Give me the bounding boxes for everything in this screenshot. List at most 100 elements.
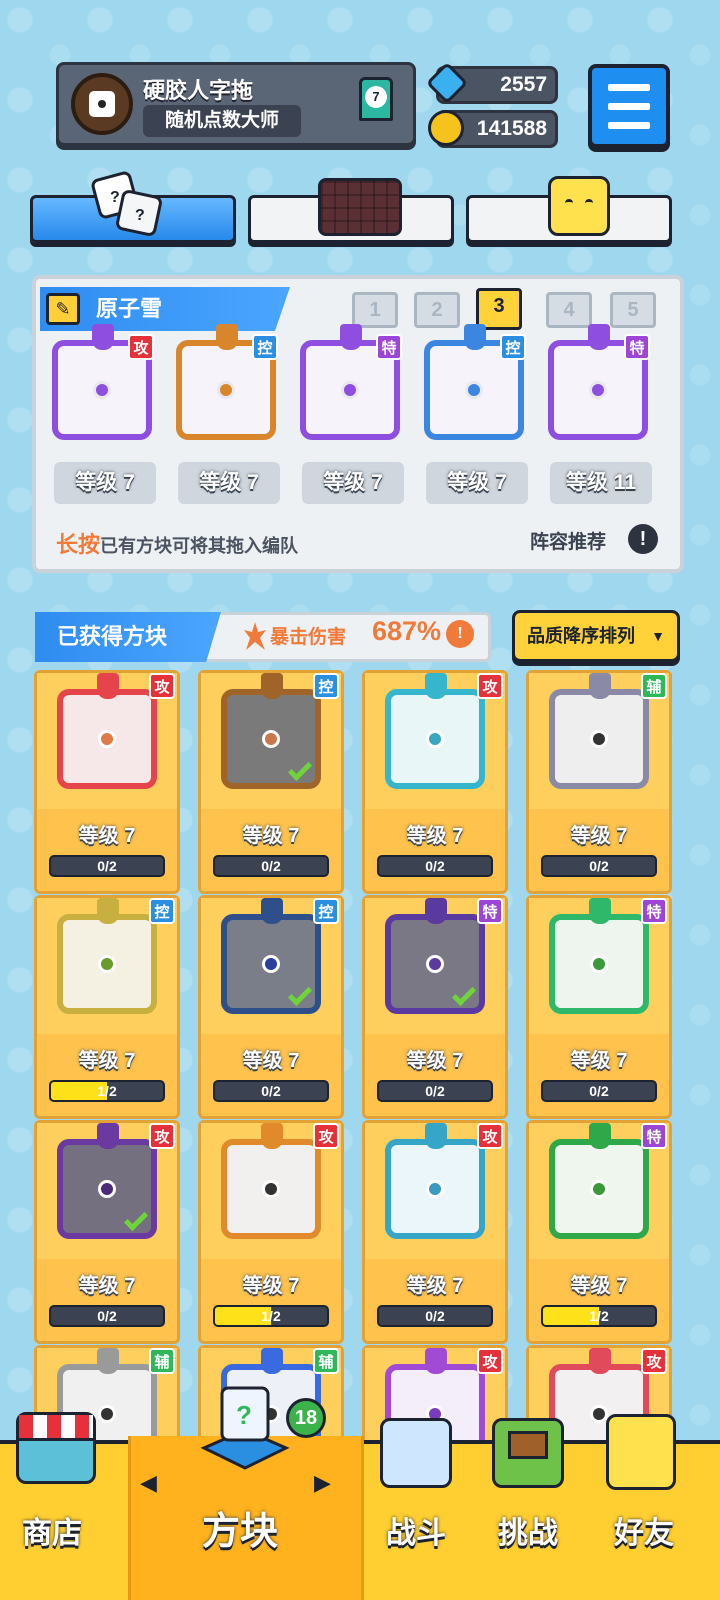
block-dot-icon [98,1180,116,1198]
type-tag: 辅 [149,1348,175,1374]
card-level: 等级 7 [406,1275,464,1297]
nav-battle-label[interactable]: 战斗 [386,1508,446,1552]
avatar[interactable] [71,73,133,135]
type-tag: 攻 [313,1123,339,1149]
upgrade-progress: 0/2 [213,1080,329,1102]
block-tile [385,1123,485,1239]
type-tag: 攻 [477,1348,503,1374]
nav-challenge[interactable] [492,1418,574,1500]
deck-tile[interactable]: 特 [300,324,404,444]
nav-blocks[interactable]: ? [196,1380,294,1476]
progress-text: 0/2 [425,858,445,874]
nav-challenge-label[interactable]: 挑战 [498,1508,558,1552]
player-name: 硬胶人字拖 [143,78,254,103]
progress-text: 0/2 [425,1308,445,1324]
nav-shop-label[interactable]: 商店 [22,1508,82,1552]
dragon-horn-icon [340,324,362,350]
nav-friends[interactable] [606,1414,688,1498]
hint-highlight: 长按 [56,532,101,557]
owned-block-card[interactable]: 特等级 7 0/2 [526,895,672,1119]
progress-text: 0/2 [97,1308,117,1324]
owned-block-card[interactable]: 攻等级 7 0/2 [362,670,508,894]
sort-dropdown[interactable]: 品质降序排列 ▼ [512,610,680,662]
dragon-horn-icon [425,673,447,699]
card-level: 等级 7 [570,1275,628,1297]
deck-slot-2[interactable]: 2 [414,292,460,328]
block-tile [549,673,649,789]
block-tile [57,1123,157,1239]
crit-value: 687% [372,616,442,646]
hint-text: 已有方块可将其拖入编队 [100,536,299,556]
deck-tile[interactable]: 控 [176,324,280,444]
progress-text: 0/2 [425,1083,445,1099]
profile-card[interactable]: 硬胶人字拖 随机点数大师 7 [56,62,416,146]
owned-block-card[interactable]: 攻等级 7 0/2 [34,670,180,894]
crit-info-icon[interactable]: ! [446,620,474,648]
nav-friends-label[interactable]: 好友 [614,1508,674,1552]
player-title: 随机点数大师 [143,105,301,137]
recommend-lineup-button[interactable]: 阵容推荐 [530,527,606,554]
sort-label: 品质降序排列 [527,626,635,646]
owned-block-card[interactable]: 攻等级 7 0/2 [362,1120,508,1344]
block-dot-icon [262,1180,280,1198]
progress-text: 0/2 [589,1083,609,1099]
dragon-horn-icon [425,1123,447,1149]
block-dot-icon [590,1180,608,1198]
type-tag: 控 [313,673,339,699]
upgrade-progress: 0/2 [377,855,493,877]
owned-block-card[interactable]: 攻等级 7 0/2 [34,1120,180,1344]
hamburger-line [608,103,650,110]
type-tag: 控 [149,898,175,924]
dragon-horn-icon [589,673,611,699]
progress-text: 0/2 [261,858,281,874]
deck-tile[interactable]: 攻 [52,324,156,444]
block-dot-icon [262,730,280,748]
chevron-down-icon: ▼ [651,628,665,644]
block-dot-icon [590,955,608,973]
upgrade-progress: 0/2 [213,855,329,877]
upgrade-progress: 1/2 [541,1305,657,1327]
deck-slot-1[interactable]: 1 [352,292,398,328]
type-tag: 特 [641,1123,667,1149]
owned-block-card[interactable]: 特等级 7 1/2 [526,1120,672,1344]
coin-icon [428,110,464,146]
block-tile [57,673,157,789]
chocolate-board-icon [318,178,402,236]
upgrade-progress: 0/2 [541,855,657,877]
block-tile [221,898,321,1014]
pencil-icon[interactable]: ✎ [46,293,80,325]
nav-shop[interactable] [16,1412,108,1496]
owned-block-card[interactable]: 攻等级 7 1/2 [198,1120,344,1344]
card-level: 等级 7 [242,1275,300,1297]
progress-text: 1/2 [97,1083,117,1099]
block-dot-icon [217,381,235,399]
owned-block-card[interactable]: 控等级 7 1/2 [34,895,180,1119]
dragon-horn-icon [97,898,119,924]
progress-text: 0/2 [261,1083,281,1099]
coin-count: 141588 [476,117,547,140]
owned-block-card[interactable]: 控等级 7 0/2 [198,670,344,894]
nav-battle[interactable] [380,1418,462,1500]
owned-block-card[interactable]: 控等级 7 0/2 [198,895,344,1119]
type-tag: 特 [624,334,650,360]
nav-left-arrow[interactable]: ◀ [140,1470,157,1496]
owned-label: 已获得方块 [35,612,221,662]
deck-tile[interactable]: 特 [548,324,652,444]
menu-button[interactable] [588,64,670,148]
owned-block-card[interactable]: 特等级 7 0/2 [362,895,508,1119]
info-icon[interactable]: ! [628,524,658,554]
card-level: 等级 7 [406,825,464,847]
nav-blocks-label[interactable]: 方块 [202,1500,278,1555]
rank-badge[interactable]: 7 [359,77,393,121]
deck-tile[interactable]: 控 [424,324,528,444]
deck-slot-5[interactable]: 5 [610,292,656,328]
block-dot-icon [589,381,607,399]
card-level: 等级 7 [242,1050,300,1072]
nav-right-arrow[interactable]: ▶ [314,1470,331,1496]
owned-block-card[interactable]: 辅等级 7 0/2 [526,670,672,894]
shop-icon [16,1412,96,1484]
deck-tile-level: 等级 7 [302,462,404,504]
block-dot-icon [426,1180,444,1198]
deck-slot-4[interactable]: 4 [546,292,592,328]
deck-tile-level: 等级 7 [426,462,528,504]
